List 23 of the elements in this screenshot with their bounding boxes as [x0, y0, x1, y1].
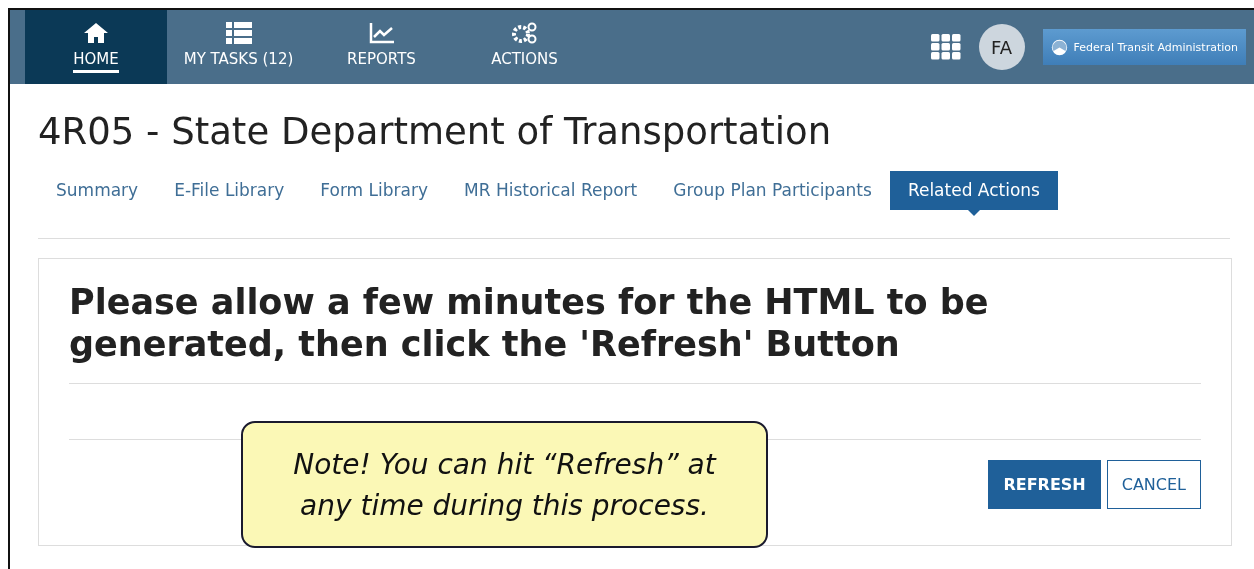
panel-message: Please allow a few minutes for the HTML to be generated, then click the 'Refresh' Button: [69, 281, 990, 365]
note-callout: Note! You can hit “Refresh” at any time during this process.: [241, 421, 768, 548]
line-chart-icon: [368, 21, 395, 44]
app-grid-icon[interactable]: [930, 34, 961, 60]
page-title: 4R05 - State Department of Transportation: [38, 110, 833, 153]
tab[interactable]: E-File Library: [156, 171, 303, 210]
tab[interactable]: Group Plan Participants: [655, 171, 890, 210]
list-icon: [225, 21, 252, 44]
nav-tab[interactable]: MY TASKS (12): [167, 10, 310, 84]
nav-tab[interactable]: REPORTS: [310, 10, 453, 84]
tab[interactable]: Summary: [38, 171, 157, 210]
logo-icon: [1050, 38, 1068, 56]
nav-tab[interactable]: HOME: [25, 10, 167, 84]
agency-button[interactable]: Federal Transit Administration: [1042, 29, 1246, 65]
tab[interactable]: Form Library: [302, 171, 446, 210]
gears-icon: [511, 21, 538, 44]
cancel-button[interactable]: CANCEL: [1106, 460, 1201, 509]
home-icon: [83, 21, 109, 44]
tab[interactable]: MR Historical Report: [446, 171, 656, 210]
nav-tab[interactable]: ACTIONS: [453, 10, 596, 84]
tab-pointer-icon: [967, 210, 980, 216]
refresh-button[interactable]: REFRESH: [988, 460, 1101, 509]
user-avatar[interactable]: FA: [978, 24, 1025, 70]
